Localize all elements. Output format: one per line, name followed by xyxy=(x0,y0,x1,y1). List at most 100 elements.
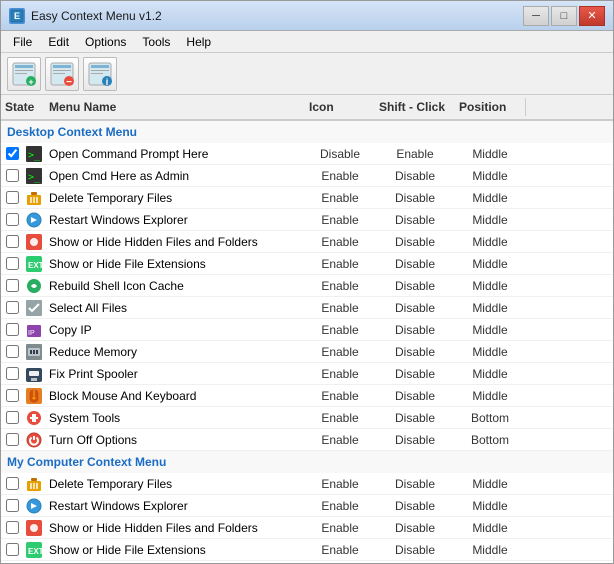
row-checkbox-cell xyxy=(1,343,23,360)
row-shift-click: Disable xyxy=(375,519,455,537)
row-checkbox-cell xyxy=(1,541,23,558)
table-row: Select All FilesEnableDisableMiddle xyxy=(1,297,613,319)
close-button[interactable]: ✕ xyxy=(579,6,605,26)
row-icon-state: Enable xyxy=(305,431,375,449)
row-shift-click: Disable xyxy=(375,475,455,493)
row-icon xyxy=(23,212,45,228)
row-position: Middle xyxy=(455,145,525,163)
row-icon: IP xyxy=(23,322,45,338)
table-row: EXTShow or Hide File ExtensionsEnableDis… xyxy=(1,253,613,275)
row-name: Open Command Prompt Here xyxy=(45,145,305,163)
row-icon-state: Disable xyxy=(305,145,375,163)
table-row: >_Open Cmd Here as AdminEnableDisableMid… xyxy=(1,165,613,187)
row-icon-state: Enable xyxy=(305,343,375,361)
row-icon-state: Enable xyxy=(305,475,375,493)
menu-help[interactable]: Help xyxy=(178,33,219,51)
row-position: Middle xyxy=(455,189,525,207)
row-position: Middle xyxy=(455,299,525,317)
row-icon-state: Enable xyxy=(305,409,375,427)
row-icon xyxy=(23,278,45,294)
row-icon: EXT xyxy=(23,256,45,272)
row-checkbox[interactable] xyxy=(6,169,19,182)
toolbar: + − i xyxy=(1,53,613,95)
row-icon-state: Enable xyxy=(305,387,375,405)
row-checkbox[interactable] xyxy=(6,323,19,336)
row-checkbox[interactable] xyxy=(6,477,19,490)
info-toolbar-button[interactable]: i xyxy=(83,57,117,91)
svg-text:−: − xyxy=(66,77,72,87)
row-checkbox[interactable] xyxy=(6,301,19,314)
title-buttons: ─ □ ✕ xyxy=(523,6,605,26)
row-checkbox-cell xyxy=(1,431,23,448)
row-checkbox[interactable] xyxy=(6,257,19,270)
row-position: Middle xyxy=(455,167,525,185)
svg-text:EXT: EXT xyxy=(28,547,42,556)
header-state: State xyxy=(1,98,23,116)
menu-edit[interactable]: Edit xyxy=(40,33,77,51)
row-shift-click: Disable xyxy=(375,233,455,251)
row-checkbox[interactable] xyxy=(6,367,19,380)
svg-text:EXT: EXT xyxy=(28,261,42,270)
row-checkbox-cell xyxy=(1,475,23,492)
row-checkbox[interactable] xyxy=(6,147,19,160)
row-checkbox[interactable] xyxy=(6,213,19,226)
svg-text:>_: >_ xyxy=(28,172,41,183)
remove-toolbar-button[interactable]: − xyxy=(45,57,79,91)
row-checkbox[interactable] xyxy=(6,521,19,534)
row-icon-state: Enable xyxy=(305,233,375,251)
row-name: Restart Windows Explorer xyxy=(45,211,305,229)
row-checkbox-cell xyxy=(1,519,23,536)
app-icon: E xyxy=(9,8,25,24)
menu-tools[interactable]: Tools xyxy=(134,33,178,51)
row-position: Middle xyxy=(455,541,525,559)
row-checkbox[interactable] xyxy=(6,235,19,248)
row-icon xyxy=(23,520,45,536)
row-checkbox[interactable] xyxy=(6,499,19,512)
menu-options[interactable]: Options xyxy=(77,33,134,51)
row-name: Delete Temporary Files xyxy=(45,475,305,493)
row-name: Show or Hide File Extensions xyxy=(45,541,305,559)
row-icon: >_ xyxy=(23,146,45,162)
row-checkbox[interactable] xyxy=(6,411,19,424)
row-checkbox[interactable] xyxy=(6,345,19,358)
row-icon xyxy=(23,432,45,448)
section-header-desktop: Desktop Context Menu xyxy=(1,121,613,143)
row-checkbox[interactable] xyxy=(6,543,19,556)
row-icon-state: Enable xyxy=(305,563,375,564)
row-shift-click: Disable xyxy=(375,255,455,273)
row-checkbox-cell xyxy=(1,189,23,206)
row-position: Middle xyxy=(455,343,525,361)
table-row: Delete Temporary FilesEnableDisableMiddl… xyxy=(1,473,613,495)
section-header-mycomputer: My Computer Context Menu xyxy=(1,451,613,473)
table-row: Restart Windows ExplorerEnableDisableMid… xyxy=(1,495,613,517)
table-row: IPCopy IPEnableDisableMiddle xyxy=(1,319,613,341)
row-name: Show or Hide Hidden Files and Folders xyxy=(45,233,305,251)
table-row: Show or Hide Hidden Files and FoldersEna… xyxy=(1,517,613,539)
menu-file[interactable]: File xyxy=(5,33,40,51)
row-icon xyxy=(23,234,45,250)
row-checkbox[interactable] xyxy=(6,389,19,402)
row-position: Middle xyxy=(455,519,525,537)
table-body[interactable]: Desktop Context Menu>_Open Command Promp… xyxy=(1,121,613,563)
main-window: E Easy Context Menu v1.2 ─ □ ✕ File Edit… xyxy=(0,0,614,564)
row-name: Show or Hide File Extensions xyxy=(45,255,305,273)
row-name: Copy IP xyxy=(45,321,305,339)
row-checkbox[interactable] xyxy=(6,191,19,204)
row-shift-click: Disable xyxy=(375,497,455,515)
minimize-button[interactable]: ─ xyxy=(523,6,549,26)
row-name: Select All Files xyxy=(45,299,305,317)
header-menu-name: Menu Name xyxy=(45,98,305,116)
add-toolbar-button[interactable]: + xyxy=(7,57,41,91)
row-shift-click: Enable xyxy=(375,145,455,163)
table-row: Block Mouse And KeyboardEnableDisableMid… xyxy=(1,385,613,407)
row-icon-state: Enable xyxy=(305,497,375,515)
header-shift-click: Shift - Click xyxy=(375,98,455,116)
row-icon xyxy=(23,476,45,492)
row-checkbox[interactable] xyxy=(6,279,19,292)
maximize-button[interactable]: □ xyxy=(551,6,577,26)
row-checkbox[interactable] xyxy=(6,433,19,446)
row-name: Turn Off Options xyxy=(45,431,305,449)
row-icon-state: Enable xyxy=(305,365,375,383)
row-shift-click: Disable xyxy=(375,387,455,405)
row-name: Rebuild Shell Icon Cache xyxy=(45,277,305,295)
